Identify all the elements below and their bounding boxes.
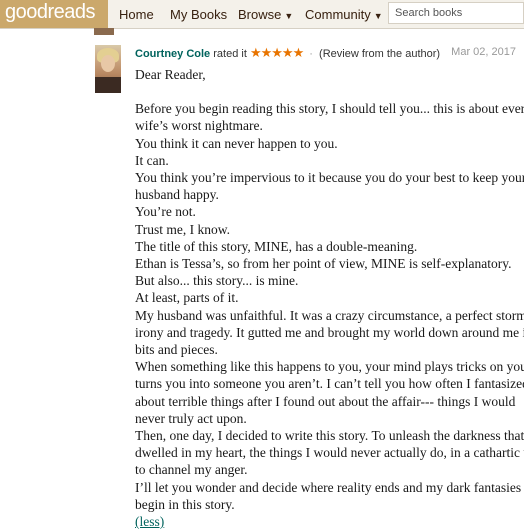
reviewer-name-link[interactable]: Courtney Cole [135, 48, 210, 60]
nav-community-label: Community [305, 7, 371, 22]
review-line: I’ll let you wonder and decide where rea… [135, 479, 522, 495]
review-line: wife’s worst nightmare. [135, 118, 263, 134]
review-line: At least, parts of it. [135, 290, 239, 306]
review-line: dwelled in my heart, the things I would … [135, 445, 524, 461]
review-line: When something like this happens to you,… [135, 359, 524, 375]
nav-browse-label: Browse [238, 7, 282, 22]
rated-it-text: rated it [213, 48, 247, 60]
nav-community[interactable]: Community ▼ [305, 7, 383, 22]
review-line: Trust me, I know. [135, 221, 231, 237]
review-line: It can. [135, 152, 169, 168]
review-line: bits and pieces. [135, 342, 218, 358]
review-line: Then, one day, I decided to write this s… [135, 428, 524, 444]
review-line: You think it can never happen to you. [135, 135, 338, 151]
previous-review-avatar [94, 28, 114, 35]
chevron-down-icon: ▼ [373, 11, 383, 21]
review-line: Before you begin reading this story, I s… [135, 101, 524, 117]
nav-my-books[interactable]: My Books [170, 7, 227, 22]
separator-dot: · [309, 48, 313, 60]
review-line: husband happy. [135, 187, 219, 203]
review-line: But also... this story... is mine. [135, 273, 299, 289]
search-input[interactable] [388, 2, 524, 24]
review-line: Ethan is Tessa’s, so from her point of v… [135, 256, 512, 272]
less-link[interactable]: (less) [135, 514, 164, 529]
review-header: Courtney Cole rated it ★★★★★ · (Review f… [135, 45, 440, 61]
review-line: about terrible things after I found out … [135, 393, 516, 409]
top-nav-bar: goodreads Home My Books Browse ▼ Communit… [0, 0, 524, 29]
review-greeting: Dear Reader, [135, 67, 206, 82]
review-line: irony and tragedy. It gutted me and brou… [135, 324, 524, 340]
review-note: (Review from the author) [319, 48, 441, 60]
review-line: never truly act upon. [135, 410, 247, 426]
logo-text: goodreads [5, 1, 96, 23]
avatar[interactable] [95, 45, 121, 93]
review-date[interactable]: Mar 02, 2017 [451, 46, 516, 58]
star-rating: ★★★★★ [249, 45, 304, 60]
review-line: You think you’re impervious to it becaus… [135, 170, 524, 186]
review-line: You’re not. [135, 204, 196, 220]
nav-home[interactable]: Home [119, 7, 154, 22]
chevron-down-icon: ▼ [284, 11, 294, 21]
review-line: The title of this story, MINE, has a dou… [135, 238, 418, 254]
review-line: to channel my anger. [135, 462, 248, 478]
review-body: Dear Reader, Before you begin reading th… [135, 66, 524, 530]
review-line: begin in this story. [135, 496, 235, 512]
review-line: My husband was unfaithful. It was a craz… [135, 307, 524, 323]
goodreads-logo[interactable]: goodreads [0, 0, 108, 28]
review-text: Before you begin reading this story, I s… [135, 100, 524, 513]
review-line: turns you into someone you aren’t. I can… [135, 376, 524, 392]
nav-browse[interactable]: Browse ▼ [238, 7, 293, 22]
